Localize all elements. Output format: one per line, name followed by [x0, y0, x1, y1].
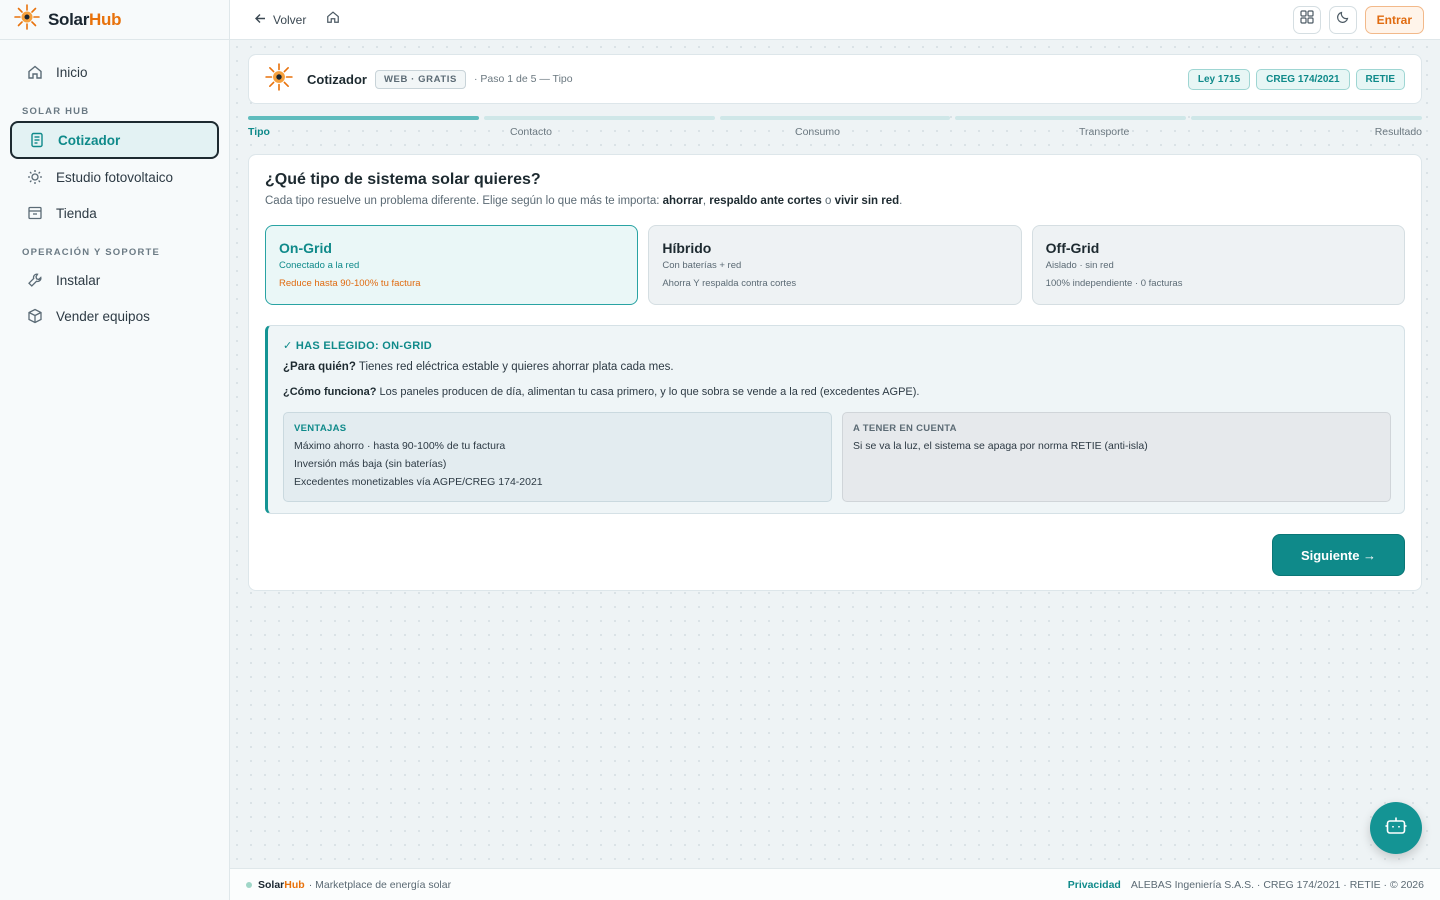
sidebar-item-estudio-fotovoltaico[interactable]: Estudio fotovoltaico — [10, 159, 219, 195]
main-content: Cotizador WEB · GRATIS · Paso 1 de 5 — T… — [230, 40, 1440, 868]
brand-name: SolarHub — [48, 9, 122, 29]
option-hibrido[interactable]: Híbrido Con baterías + red Ahorra Y resp… — [648, 225, 1022, 305]
option-off-grid[interactable]: Off-Grid Aislado · sin red 100% independ… — [1031, 225, 1405, 305]
sidebar-section-operacion: OPERACIÓN Y SOPORTE — [22, 247, 161, 258]
footer-tagline: · Marketplace de energía solar — [308, 878, 452, 891]
badge-ley-1715: Ley 1715 — [1187, 68, 1251, 90]
consideration-item: Si se va la luz, el sistema se apaga por… — [853, 440, 1148, 452]
sidebar-item-inicio[interactable]: Inicio — [10, 54, 219, 90]
sidebar: SolarHub Inicio SOLAR HUB Cotizador Estu… — [0, 0, 230, 900]
sun-logo-icon — [265, 62, 293, 96]
step-label-contacto[interactable]: Contacto — [510, 126, 552, 138]
advantage-item: Inversión más baja (sin baterías) — [294, 458, 447, 470]
option-note: Ahorra Y respalda contra cortes — [662, 278, 797, 289]
selection-heading: ✓ HAS ELEGIDO: ON-GRID — [283, 340, 433, 352]
advantages-box: VENTAJAS Máximo ahorro · hasta 90-100% d… — [283, 412, 832, 502]
system-options: On-Grid Conectado a la red Reduce hasta … — [265, 225, 1405, 305]
option-note: Reduce hasta 90-100% tu factura — [279, 278, 421, 289]
step-bar-consumo — [719, 116, 951, 120]
moon-icon — [1336, 10, 1350, 29]
step-indicator: · Paso 1 de 5 — Tipo — [473, 73, 573, 85]
next-button[interactable]: Siguiente → — [1272, 534, 1405, 576]
advantage-item: Excedentes monetizables vía AGPE/CREG 17… — [294, 476, 543, 488]
back-button[interactable]: Volver — [254, 12, 306, 28]
chat-assistant-button[interactable] — [1370, 802, 1422, 854]
privacy-link[interactable]: Privacidad — [1068, 879, 1121, 891]
grid-icon — [1300, 10, 1314, 29]
sidebar-item-instalar[interactable]: Instalar — [10, 262, 219, 298]
box-icon — [26, 307, 44, 325]
sidebar-item-label: Cotizador — [58, 132, 121, 148]
progress-stepper: Tipo Contacto Consumo Transporte Resulta… — [248, 116, 1422, 146]
apps-grid-button[interactable] — [1292, 5, 1321, 34]
badge-retie: RETIE — [1355, 68, 1405, 90]
step-label-transporte[interactable]: Transporte — [1079, 126, 1129, 138]
sidebar-item-cotizador[interactable]: Cotizador — [10, 121, 219, 159]
step-label-tipo[interactable]: Tipo — [248, 126, 270, 138]
theme-toggle-button[interactable] — [1328, 5, 1357, 34]
arrow-left-icon — [254, 12, 267, 28]
action-bar: Siguiente → — [265, 533, 1405, 577]
sidebar-item-label: Tienda — [56, 205, 97, 221]
advantages-title: VENTAJAS — [294, 423, 347, 434]
question-title: ¿Qué tipo de sistema solar quieres? — [265, 171, 541, 188]
option-on-grid[interactable]: On-Grid Conectado a la red Reduce hasta … — [265, 225, 639, 305]
sidebar-item-label: Estudio fotovoltaico — [56, 169, 174, 185]
wrench-icon — [26, 271, 44, 289]
sidebar-nav: Inicio SOLAR HUB Cotizador Estudio fotov… — [0, 40, 229, 334]
page-title: Cotizador — [307, 71, 367, 87]
brand-logo[interactable]: SolarHub — [0, 0, 229, 40]
sun-icon — [26, 168, 44, 186]
sun-logo-icon — [14, 4, 40, 35]
question-subtitle: Cada tipo resuelve un problema diferente… — [265, 195, 903, 207]
sidebar-item-vender-equipos[interactable]: Vender equipos — [10, 298, 219, 334]
status-dot — [246, 881, 252, 888]
option-name: Off-Grid — [1045, 240, 1100, 256]
store-icon — [26, 204, 44, 222]
step-label-resultado[interactable]: Resultado — [1375, 126, 1422, 138]
sidebar-item-tienda[interactable]: Tienda — [10, 195, 219, 231]
option-note: 100% independiente · 0 facturas — [1045, 278, 1183, 289]
sidebar-item-label: Instalar — [56, 272, 101, 288]
step-label-consumo[interactable]: Consumo — [795, 126, 840, 138]
selection-info-panel: ✓ HAS ELEGIDO: ON-GRID ¿Para quién? Tien… — [265, 325, 1405, 514]
robot-icon — [1384, 814, 1408, 843]
system-type-card: ¿Qué tipo de sistema solar quieres? Cada… — [248, 154, 1422, 591]
who-is-it-for: ¿Para quién? Tienes red eléctrica establ… — [283, 361, 674, 373]
footer: SolarHub · Marketplace de energía solar … — [230, 868, 1440, 900]
web-free-pill: WEB · GRATIS — [374, 69, 466, 89]
back-label: Volver — [273, 12, 307, 27]
advantage-item: Máximo ahorro · hasta 90-100% de tu fact… — [294, 440, 506, 452]
sidebar-section-solar-hub: SOLAR HUB — [22, 106, 90, 117]
badge-creg: CREG 174/2021 — [1256, 68, 1350, 90]
considerations-title: A TENER EN CUENTA — [853, 423, 957, 434]
login-button[interactable]: Entrar — [1364, 5, 1424, 34]
option-desc: Conectado a la red — [279, 260, 360, 271]
home-button[interactable] — [326, 10, 340, 29]
sidebar-item-label: Vender equipos — [56, 308, 150, 324]
topbar: Volver Entrar — [230, 0, 1440, 40]
option-desc: Con baterías + red — [662, 260, 742, 271]
option-name: On-Grid — [279, 240, 332, 256]
quote-header: Cotizador WEB · GRATIS · Paso 1 de 5 — T… — [248, 54, 1422, 104]
step-bar-transporte — [955, 116, 1187, 120]
step-bar-tipo — [248, 116, 479, 120]
calculator-icon — [28, 131, 46, 149]
option-desc: Aislado · sin red — [1045, 260, 1114, 271]
sidebar-item-label: Inicio — [56, 64, 88, 80]
home-icon — [26, 63, 44, 81]
option-name: Híbrido — [662, 240, 712, 256]
footer-legal: ALEBAS Ingeniería S.A.S. · CREG 174/2021… — [1130, 878, 1424, 891]
how-it-works: ¿Cómo funciona? Los paneles producen de … — [283, 386, 920, 398]
step-bar-contacto — [483, 116, 715, 120]
considerations-box: A TENER EN CUENTA Si se va la luz, el si… — [842, 412, 1391, 502]
home-icon — [326, 10, 340, 29]
step-bar-resultado — [1191, 116, 1422, 120]
footer-brand: SolarHub — [258, 878, 305, 891]
